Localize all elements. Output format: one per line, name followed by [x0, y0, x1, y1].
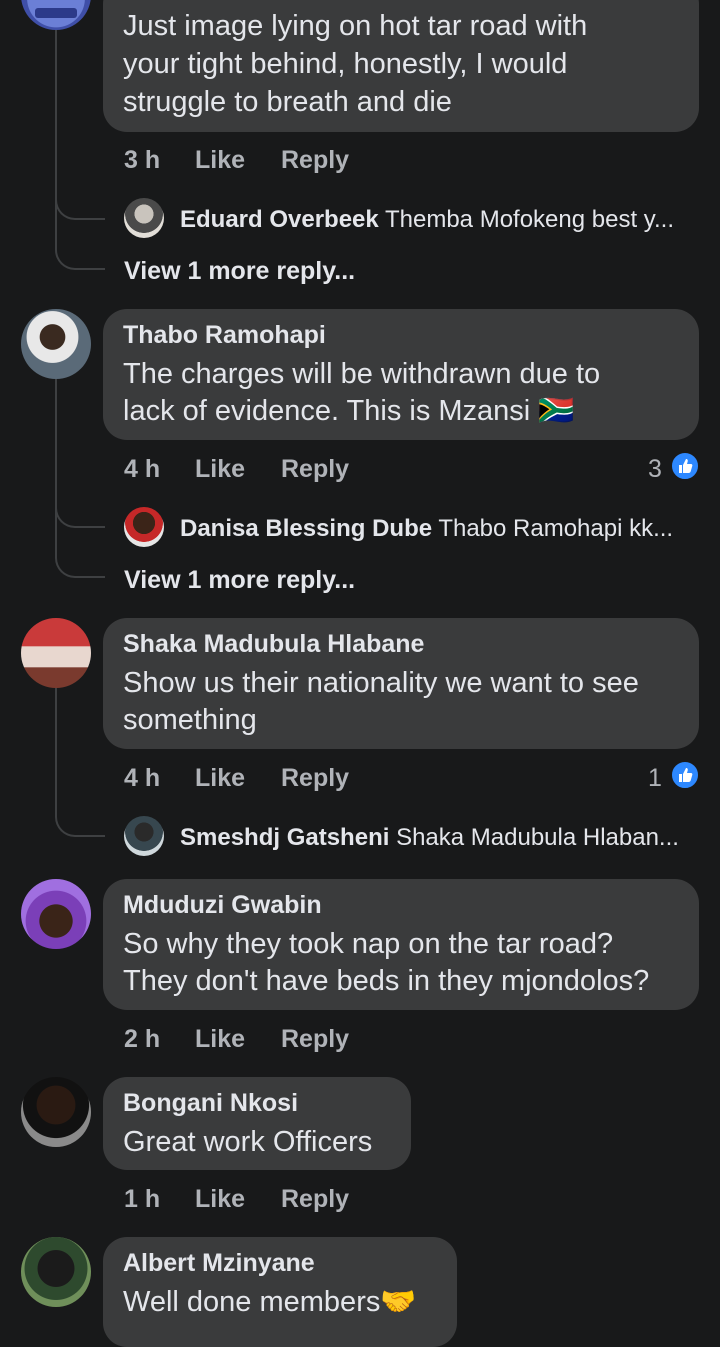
thread-connector	[55, 220, 105, 270]
like-button[interactable]: Like	[195, 455, 245, 484]
comment-bubble[interactable]: Just image lying on hot tar road with yo…	[103, 0, 699, 132]
comment-bubble[interactable]: Shaka Madubula Hlabane Show us their nat…	[103, 618, 699, 749]
thread-connector	[55, 528, 105, 578]
comment-text: The charges will be withdrawn due to	[123, 358, 601, 390]
comment-text: Show us their nationality we want to see	[123, 667, 639, 699]
comment-time: 2 h	[124, 1025, 161, 1053]
reply-button[interactable]: Reply	[281, 1025, 349, 1054]
like-button[interactable]: Like	[195, 1025, 245, 1054]
like-button[interactable]: Like	[195, 1185, 245, 1214]
comment-time: 3 h	[124, 146, 161, 174]
avatar[interactable]	[21, 618, 91, 688]
comment-text: something	[123, 704, 257, 736]
reaction-count[interactable]: 1	[648, 764, 662, 793]
avatar[interactable]	[21, 309, 91, 379]
flag-emoji: 🇿🇦	[538, 395, 575, 427]
thread-line	[55, 688, 57, 798]
like-button[interactable]: Like	[195, 146, 245, 175]
reply-preview[interactable]: Danisa Blessing Dube Thabo Ramohapi kk..…	[180, 515, 673, 543]
comment-time: 4 h	[124, 455, 161, 483]
comment-bubble[interactable]: Bongani Nkosi Great work Officers	[103, 1077, 411, 1170]
comment-author[interactable]: Thabo Ramohapi	[123, 321, 326, 350]
reply-author[interactable]: Eduard Overbeek	[180, 206, 379, 233]
comment-text: Well done members🤝	[123, 1286, 417, 1318]
reply-author[interactable]: Danisa Blessing Dube	[180, 515, 432, 542]
comment-author[interactable]: Bongani Nkosi	[123, 1089, 298, 1118]
reply-button[interactable]: Reply	[281, 455, 349, 484]
reply-button[interactable]: Reply	[281, 764, 349, 793]
thumbs-up-icon	[670, 451, 700, 481]
view-more-replies[interactable]: View 1 more reply...	[124, 566, 355, 595]
comment-author[interactable]: Mduduzi Gwabin	[123, 891, 322, 920]
thread-connector	[55, 488, 105, 528]
stayhome-badge-icon	[35, 8, 77, 18]
reply-author[interactable]: Smeshdj Gatsheni	[180, 824, 389, 851]
reply-text: Shaka Madubula Hlaban...	[396, 824, 679, 851]
comment-text: your tight behind, honestly, I would	[123, 48, 568, 80]
reply-preview[interactable]: Eduard Overbeek Themba Mofokeng best y..…	[180, 206, 674, 234]
comment-text: Just image lying on hot tar road with	[123, 10, 588, 42]
avatar[interactable]	[21, 0, 91, 30]
avatar[interactable]	[124, 507, 164, 547]
avatar[interactable]	[21, 1077, 91, 1147]
view-more-replies[interactable]: View 1 more reply...	[124, 257, 355, 286]
comment-bubble[interactable]: Albert Mzinyane Well done members🤝	[103, 1237, 457, 1347]
thread-connector	[55, 797, 105, 837]
like-button[interactable]: Like	[195, 764, 245, 793]
comment-bubble[interactable]: Thabo Ramohapi The charges will be withd…	[103, 309, 699, 440]
comment-time: 1 h	[124, 1185, 161, 1213]
comment-text: They don't have beds in they mjondolos?	[123, 965, 650, 997]
handshake-emoji: 🤝	[380, 1286, 417, 1318]
comment-text: struggle to breath and die	[123, 86, 452, 118]
comment-text: lack of evidence. This is Mzansi 🇿🇦	[123, 395, 575, 427]
reply-preview[interactable]: Smeshdj Gatsheni Shaka Madubula Hlaban..…	[180, 824, 679, 852]
comment-text: So why they took nap on the tar road?	[123, 928, 614, 960]
avatar[interactable]	[124, 816, 164, 856]
comment-text: Great work Officers	[123, 1126, 373, 1158]
reaction-count[interactable]: 3	[648, 455, 662, 484]
comment-author[interactable]: Shaka Madubula Hlabane	[123, 630, 424, 659]
comment-bubble[interactable]: Mduduzi Gwabin So why they took nap on t…	[103, 879, 699, 1010]
reply-text: Thabo Ramohapi kk...	[438, 515, 674, 542]
comment-author[interactable]: Albert Mzinyane	[123, 1249, 315, 1278]
thumbs-up-icon	[670, 760, 700, 790]
avatar[interactable]	[124, 198, 164, 238]
reply-button[interactable]: Reply	[281, 1185, 349, 1214]
reply-button[interactable]: Reply	[281, 146, 349, 175]
avatar[interactable]	[21, 1237, 91, 1307]
comment-time: 4 h	[124, 764, 161, 792]
reply-text: Themba Mofokeng best y...	[384, 206, 675, 233]
avatar[interactable]	[21, 879, 91, 949]
thread-connector	[55, 180, 105, 220]
